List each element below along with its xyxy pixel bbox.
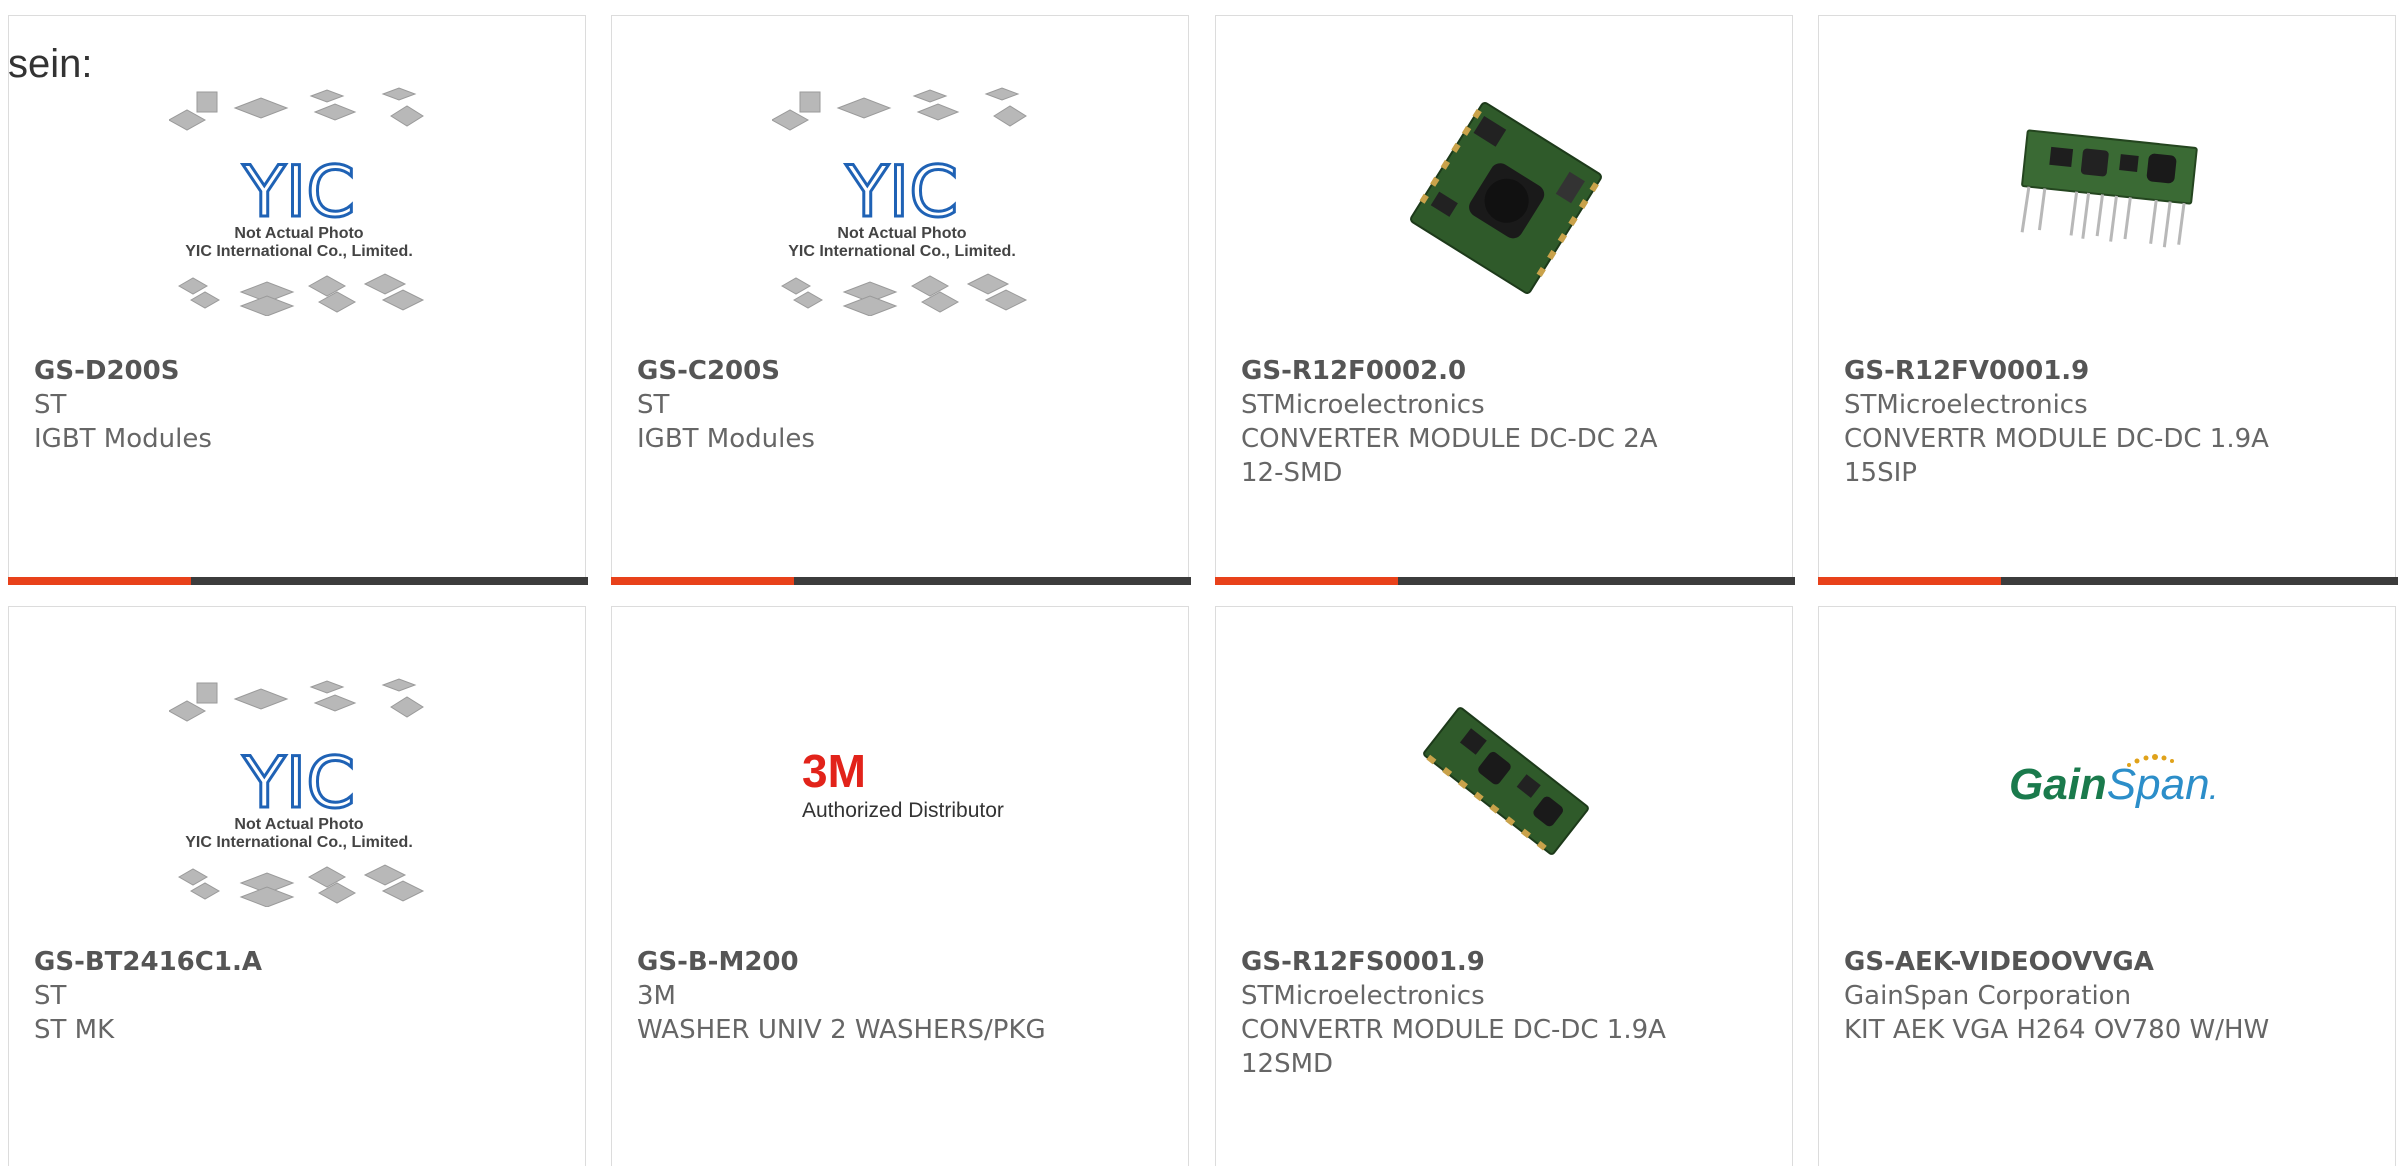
part-number[interactable]: GS-AEK-VIDEOOVVGA — [1844, 945, 2269, 979]
part-number[interactable]: GS-B-M200 — [637, 945, 1046, 979]
product-card[interactable]: GS-R12FS0001.9 STMicroelectronics CONVER… — [1215, 606, 1793, 1166]
manufacturer: STMicroelectronics — [1241, 981, 1485, 1011]
pcb-module-image — [1410, 102, 1602, 294]
placeholder-caption-2: YIC International Co., Limited. — [185, 834, 413, 851]
yic-placeholder-image: YIC Not Actual Photo YIC International C… — [169, 678, 425, 907]
3m-tagline: Authorized Distributor — [802, 799, 1004, 822]
product-card[interactable]: YIC Not Actual Photo YIC International C… — [611, 15, 1191, 585]
card-accent-bar — [1818, 577, 2001, 585]
part-number[interactable]: GS-BT2416C1.A — [34, 945, 262, 979]
product-card[interactable]: GS-R12FV0001.9 STMicroelectronics CONVER… — [1818, 15, 2398, 585]
product-card[interactable]: YIC Not Actual Photo YIC International C… — [8, 606, 586, 1166]
product-info: GS-D200S ST IGBT Modules — [34, 354, 212, 456]
description: CONVERTER MODULE DC-DC 2A — [1241, 424, 1658, 454]
product-image[interactable] — [1216, 16, 1792, 356]
product-image[interactable] — [1819, 16, 2395, 356]
card-bottom-bar — [8, 577, 588, 585]
placeholder-caption-2: YIC International Co., Limited. — [788, 243, 1016, 260]
product-info: GS-R12F0002.0 STMicroelectronics CONVERT… — [1241, 354, 1658, 490]
manufacturer: 3M — [637, 981, 676, 1011]
product-image[interactable]: YIC Not Actual Photo YIC International C… — [9, 607, 585, 947]
placeholder-caption-2: YIC International Co., Limited. — [185, 243, 413, 260]
description: IGBT Modules — [34, 424, 212, 454]
placeholder-caption-1: Not Actual Photo — [837, 225, 966, 242]
manufacturer: ST — [34, 390, 67, 420]
product-image[interactable] — [1216, 607, 1792, 947]
product-card[interactable]: GainSpan. GS-AEK-VIDEOOVVGA GainSpan Cor… — [1818, 606, 2396, 1166]
product-image[interactable]: YIC Not Actual Photo YIC International C… — [612, 16, 1188, 356]
yic-logo: YIC — [242, 742, 355, 824]
part-number[interactable]: GS-R12F0002.0 — [1241, 354, 1658, 388]
product-image[interactable]: 3M Authorized Distributor — [612, 607, 1188, 947]
yic-placeholder-image: YIC Not Actual Photo YIC International C… — [169, 87, 425, 316]
yic-logo: YIC — [242, 151, 355, 233]
card-accent-bar — [611, 577, 794, 585]
pcb-module-image — [2020, 129, 2198, 248]
card-accent-bar — [8, 577, 191, 585]
description: IGBT Modules — [637, 424, 815, 454]
description-line-2: 12-SMD — [1241, 458, 1343, 488]
part-number[interactable]: GS-R12FV0001.9 — [1844, 354, 2269, 388]
product-card[interactable]: YIC Not Actual Photo YIC International C… — [8, 15, 588, 585]
product-card[interactable]: GS-R12F0002.0 STMicroelectronics CONVERT… — [1215, 15, 1795, 585]
product-card[interactable]: 3M Authorized Distributor GS-B-M200 3M W… — [611, 606, 1189, 1166]
yic-logo: YIC — [845, 151, 958, 233]
product-info: GS-R12FS0001.9 STMicroelectronics CONVER… — [1241, 945, 1666, 1081]
description-line-2: 15SIP — [1844, 458, 1917, 488]
placeholder-caption-1: Not Actual Photo — [234, 816, 363, 833]
3m-logo-image: 3M Authorized Distributor — [802, 745, 1004, 822]
product-image[interactable]: GainSpan. — [1819, 607, 2395, 947]
manufacturer: ST — [637, 390, 670, 420]
part-number[interactable]: GS-R12FS0001.9 — [1241, 945, 1666, 979]
description-line-2: 12SMD — [1241, 1049, 1334, 1079]
manufacturer: STMicroelectronics — [1844, 390, 2088, 420]
description: ST MK — [34, 1015, 115, 1045]
card-bottom-bar — [1818, 577, 2398, 585]
placeholder-caption-1: Not Actual Photo — [234, 225, 363, 242]
description: CONVERTR MODULE DC-DC 1.9A — [1844, 424, 2269, 454]
3m-logo: 3M — [802, 745, 866, 797]
intro-text: sein: — [8, 42, 93, 86]
product-image[interactable]: YIC Not Actual Photo YIC International C… — [9, 16, 585, 356]
card-accent-bar — [1215, 577, 1398, 585]
card-bottom-bar — [1215, 577, 1795, 585]
product-info: GS-R12FV0001.9 STMicroelectronics CONVER… — [1844, 354, 2269, 490]
gainspan-logo-image: GainSpan. — [2009, 754, 2216, 809]
product-info: GS-C200S ST IGBT Modules — [637, 354, 815, 456]
description: WASHER UNIV 2 WASHERS/PKG — [637, 1015, 1046, 1045]
part-number[interactable]: GS-D200S — [34, 354, 212, 388]
card-bottom-bar — [611, 577, 1191, 585]
description: KIT AEK VGA H264 OV780 W/HW — [1844, 1015, 2270, 1045]
product-info: GS-BT2416C1.A ST ST MK — [34, 945, 262, 1047]
part-number[interactable]: GS-C200S — [637, 354, 815, 388]
gainspan-logo: GainSpan. — [2009, 760, 2216, 809]
description: CONVERTR MODULE DC-DC 1.9A — [1241, 1015, 1666, 1045]
manufacturer: STMicroelectronics — [1241, 390, 1485, 420]
yic-placeholder-image: YIC Not Actual Photo YIC International C… — [772, 87, 1028, 316]
manufacturer: ST — [34, 981, 67, 1011]
pcb-module-image — [1423, 707, 1589, 855]
product-info: GS-B-M200 3M WASHER UNIV 2 WASHERS/PKG — [637, 945, 1046, 1047]
manufacturer: GainSpan Corporation — [1844, 981, 2132, 1011]
product-info: GS-AEK-VIDEOOVVGA GainSpan Corporation K… — [1844, 945, 2269, 1047]
